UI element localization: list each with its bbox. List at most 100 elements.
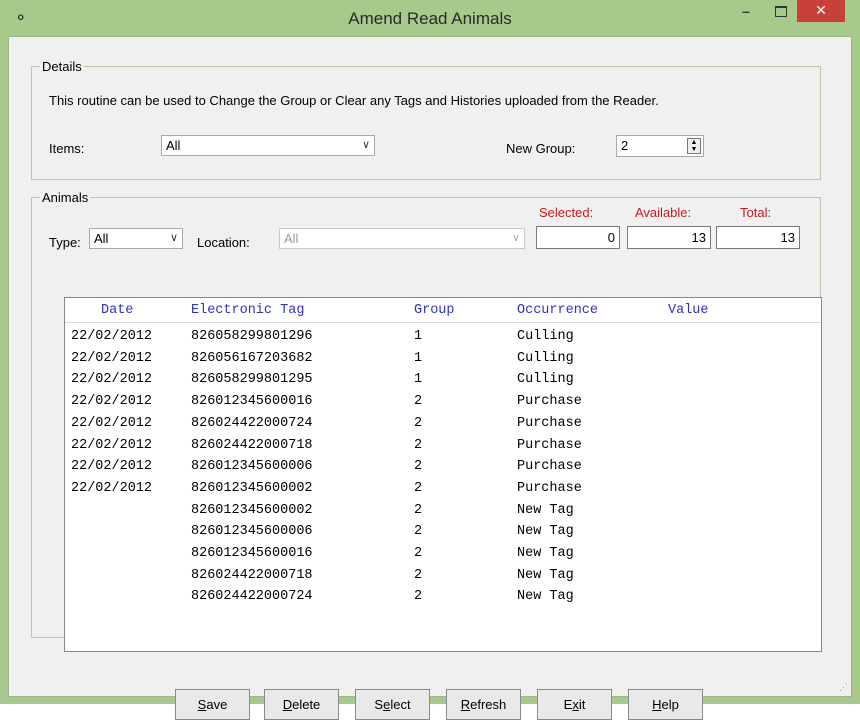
cell-occurrence: New Tag [517,589,574,605]
cell-electronic-tag: 826024422000724 [191,589,313,605]
button-accelerator-key: H [652,697,662,712]
button-accelerator-key: D [282,697,293,712]
cell-occurrence: Purchase [517,480,582,496]
window-title: Amend Read Animals [348,9,512,28]
available-label: Available: [635,205,692,220]
cell-occurrence: Purchase [517,437,582,453]
column-header-value[interactable]: Value [668,303,709,318]
close-button[interactable]: ✕ [797,0,845,22]
button-label-suffix: elp [661,697,679,712]
type-value: All [94,231,109,246]
cell-date: 22/02/2012 [71,329,153,344]
button-label-suffix: elete [292,697,321,712]
cell-occurrence: New Tag [517,524,574,540]
cell-electronic-tag: 826058299801296 [191,329,313,344]
cell-occurrence: Culling [517,350,574,366]
cell-group: 2 [414,394,423,410]
chevron-down-icon: ∨ [511,232,520,244]
list-row[interactable]: 826012345600006 2 New Tag [65,524,821,546]
column-header-group[interactable]: Group [414,303,455,318]
details-description: This routine can be used to Change the G… [49,93,659,108]
list-row[interactable]: 826012345600016 2 New Tag [65,546,821,568]
cell-electronic-tag: 826012345600006 [191,524,313,540]
cell-group: 1 [414,350,423,366]
exit-button[interactable]: Exit [537,689,612,720]
cell-group: 2 [414,480,423,496]
list-row[interactable]: 22/02/2012 826056167203682 1 Culling [65,351,821,373]
location-label: Location: [197,235,250,250]
animals-list[interactable]: Date Electronic Tag Group Occurrence Val… [64,297,822,652]
cell-date: 22/02/2012 [71,350,153,366]
delete-button[interactable]: Delete [264,689,339,720]
cell-date: 22/02/2012 [71,459,153,475]
items-label: Items: [49,141,85,156]
cell-group: 2 [414,589,423,605]
cell-electronic-tag: 826012345600002 [191,502,313,518]
list-row[interactable]: 22/02/2012 826012345600016 2 Purchase [65,394,821,416]
details-legend: Details [40,59,84,74]
type-combo[interactable]: All ∨ [89,228,183,249]
resize-grip-icon[interactable]: ⋰ [839,682,848,693]
list-row[interactable]: 826024422000718 2 New Tag [65,568,821,590]
maximize-button[interactable] [768,0,794,24]
cell-group: 2 [414,437,423,453]
list-row[interactable]: 22/02/2012 826058299801296 1 Culling [65,329,821,351]
selected-count: 0 [536,226,620,249]
cell-electronic-tag: 826012345600016 [191,394,313,410]
new-group-spinner[interactable]: 2 ▲ ▼ [616,135,704,157]
list-row[interactable]: 22/02/2012 826012345600006 2 Purchase [65,459,821,481]
cell-group: 2 [414,415,423,431]
help-button[interactable]: Help [628,689,703,720]
cell-date: 22/02/2012 [71,394,153,410]
refresh-button[interactable]: Refresh [446,689,521,720]
button-label-suffix: lect [390,697,411,712]
list-row[interactable]: 22/02/2012 826058299801295 1 Culling [65,372,821,394]
title-bar[interactable]: ⚬ Amend Read Animals – ✕ [0,0,860,36]
column-header-date[interactable]: Date [101,303,133,318]
button-label-suffix: efresh [470,697,507,712]
list-row[interactable]: 22/02/2012 826024422000718 2 Purchase [65,438,821,460]
spinner-arrows-icon[interactable]: ▲ ▼ [687,138,701,154]
cell-electronic-tag: 826024422000718 [191,437,313,453]
column-header-electronic-tag[interactable]: Electronic Tag [191,303,304,318]
cell-date: 22/02/2012 [71,437,153,453]
cell-group: 1 [414,329,423,344]
total-count: 13 [716,226,800,249]
location-combo[interactable]: All ∨ [279,228,525,249]
items-combo[interactable]: All ∨ [161,135,375,156]
cell-group: 1 [414,372,423,388]
cell-occurrence: Culling [517,329,574,344]
button-label-prefix: S [374,697,384,712]
list-row[interactable]: 22/02/2012 826012345600002 2 Purchase [65,481,821,503]
cell-date: 22/02/2012 [71,480,153,496]
cell-occurrence: New Tag [517,502,574,518]
cell-occurrence: Culling [517,372,574,388]
list-row[interactable]: 22/02/2012 826024422000724 2 Purchase [65,416,821,438]
save-button[interactable]: Save [175,689,250,720]
location-value: All [284,231,299,246]
cell-group: 2 [414,567,423,583]
list-row[interactable]: 826024422000724 2 New Tag [65,589,821,611]
maximize-icon [775,6,787,17]
amend-read-animals-window: ⚬ Amend Read Animals – ✕ Details This ro… [0,0,860,720]
select-button[interactable]: Select [355,689,430,720]
list-row[interactable]: 826012345600002 2 New Tag [65,503,821,525]
cell-group: 2 [414,459,423,475]
animals-legend: Animals [40,190,91,205]
button-accelerator-key: R [460,697,471,712]
cell-electronic-tag: 826012345600002 [191,480,313,496]
type-label: Type: [49,235,81,250]
button-label-suffix: it [578,697,586,712]
minimize-button[interactable]: – [734,0,758,24]
new-group-label: New Group: [506,141,576,156]
cell-electronic-tag: 826024422000724 [191,415,313,431]
cell-occurrence: New Tag [517,546,574,561]
cell-date: 22/02/2012 [71,372,153,388]
button-label-suffix: ave [206,697,228,712]
total-label: Total: [740,205,772,220]
cell-group: 2 [414,524,423,540]
cell-date: 22/02/2012 [71,415,153,431]
cell-occurrence: Purchase [517,459,582,475]
column-header-occurrence[interactable]: Occurrence [517,303,598,318]
items-value: All [166,138,181,153]
